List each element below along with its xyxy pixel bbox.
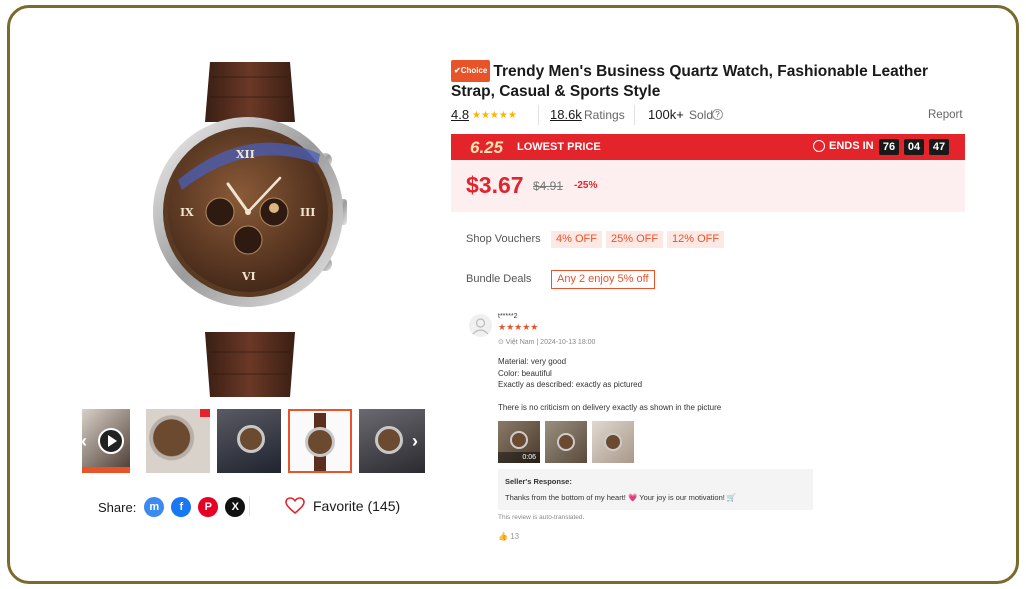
thumbnail-prev-icon[interactable]: ‹ bbox=[77, 431, 91, 451]
video-duration: 0:06 bbox=[498, 452, 540, 463]
product-stats: 4.8 ★★★★★ 18.6k Ratings 100k+ Sold ? bbox=[451, 105, 961, 125]
share-label: Share: bbox=[98, 499, 137, 515]
voucher-chip[interactable]: 25% OFF bbox=[606, 231, 664, 248]
share-row: Share: m f P X bbox=[98, 497, 248, 517]
rating-stars: ★★★★★ bbox=[472, 110, 517, 121]
reviewer-avatar bbox=[469, 314, 492, 337]
promo-label: LOWEST PRICE bbox=[517, 141, 601, 153]
vouchers-label: Shop Vouchers bbox=[466, 233, 541, 245]
review-line: Exactly as described: exactly as picture… bbox=[498, 380, 643, 389]
promo-bar: 6.25 LOWEST PRICE ENDS IN 76 04 47 bbox=[451, 134, 965, 160]
divider bbox=[538, 105, 539, 125]
svg-text:VI: VI bbox=[241, 270, 256, 283]
voucher-chip[interactable]: 12% OFF bbox=[667, 231, 725, 248]
review-photo[interactable] bbox=[545, 421, 587, 463]
ends-label: ENDS IN bbox=[829, 140, 874, 152]
thumbs-up-icon: 👍 bbox=[498, 532, 508, 541]
review-stars: ★★★★★ bbox=[498, 322, 539, 332]
sold-label: Sold bbox=[689, 108, 714, 122]
sold-count: 100k+ bbox=[648, 107, 684, 122]
helpful-button[interactable]: 👍 13 bbox=[498, 532, 519, 541]
review-video[interactable]: 0:06 bbox=[498, 421, 540, 463]
divider bbox=[249, 496, 250, 516]
x-icon[interactable]: X bbox=[225, 497, 246, 517]
favorite-button[interactable]: Favorite (145) bbox=[285, 497, 400, 515]
product-title: ✔Choice Trendy Men's Business Quartz Watc… bbox=[451, 60, 961, 102]
svg-text:XII: XII bbox=[236, 148, 255, 161]
promo-event: 6.25 bbox=[470, 138, 504, 157]
current-price: $3.67 bbox=[466, 172, 524, 198]
voucher-chip[interactable]: 4% OFF bbox=[551, 231, 602, 248]
review-meta: ⊙ Việt Nam | 2024-10-13 18:00 bbox=[498, 339, 596, 346]
thumbnail-image-selected[interactable] bbox=[288, 409, 352, 473]
seller-response-title: Seller's Response: bbox=[505, 477, 572, 486]
messenger-icon[interactable]: m bbox=[144, 497, 165, 517]
clock-icon bbox=[813, 140, 825, 152]
seller-response: Seller's Response: Thanks from the botto… bbox=[498, 469, 813, 510]
svg-text:III: III bbox=[300, 206, 315, 219]
countdown-minutes: 04 bbox=[904, 139, 924, 155]
review-line: Material: very good bbox=[498, 357, 567, 366]
product-title-text: Trendy Men's Business Quartz Watch, Fash… bbox=[451, 63, 929, 100]
ratings-count[interactable]: 18.6k bbox=[550, 107, 582, 122]
facebook-icon[interactable]: f bbox=[171, 497, 192, 517]
ends-in: ENDS IN bbox=[813, 140, 874, 152]
divider bbox=[634, 105, 635, 125]
auto-translated-note: This review is auto-translated. bbox=[498, 514, 585, 521]
rating-value[interactable]: 4.8 bbox=[451, 107, 469, 122]
countdown-seconds: 47 bbox=[929, 139, 949, 155]
help-icon[interactable]: ? bbox=[712, 109, 723, 120]
bundle-offer[interactable]: Any 2 enjoy 5% off bbox=[551, 270, 655, 289]
discount-badge: -25% bbox=[574, 180, 598, 191]
choice-badge: ✔Choice bbox=[451, 60, 491, 82]
likes-count: 13 bbox=[510, 532, 520, 541]
user-icon bbox=[472, 318, 489, 335]
review-line: Color: beautiful bbox=[498, 369, 552, 378]
bundle-label: Bundle Deals bbox=[466, 273, 532, 285]
thumbnail-image[interactable] bbox=[217, 409, 281, 473]
seller-response-message: Thanks from the bottom of my heart! 💗 Yo… bbox=[505, 493, 737, 502]
svg-text:IX: IX bbox=[180, 206, 194, 219]
review-line: There is no criticism on delivery exactl… bbox=[498, 403, 722, 412]
review-photo[interactable] bbox=[592, 421, 634, 463]
reviewer-name: t*****2 bbox=[498, 313, 518, 320]
countdown-hours: 76 bbox=[879, 139, 899, 155]
report-link[interactable]: Report bbox=[928, 109, 963, 121]
thumbnail-next-icon[interactable]: › bbox=[408, 431, 422, 451]
ratings-label: Ratings bbox=[584, 108, 625, 122]
original-price: $4.91 bbox=[533, 179, 564, 193]
pinterest-icon[interactable]: P bbox=[198, 497, 219, 517]
thumbnail-strip: ‹ › bbox=[75, 409, 425, 473]
price-box: $3.67 $4.91 -25% bbox=[451, 160, 965, 212]
thumbnail-image[interactable] bbox=[146, 409, 210, 473]
favorite-label: Favorite (145) bbox=[313, 498, 401, 514]
heart-icon bbox=[285, 497, 305, 515]
main-product-image[interactable]: XII III VI IX bbox=[150, 62, 350, 397]
